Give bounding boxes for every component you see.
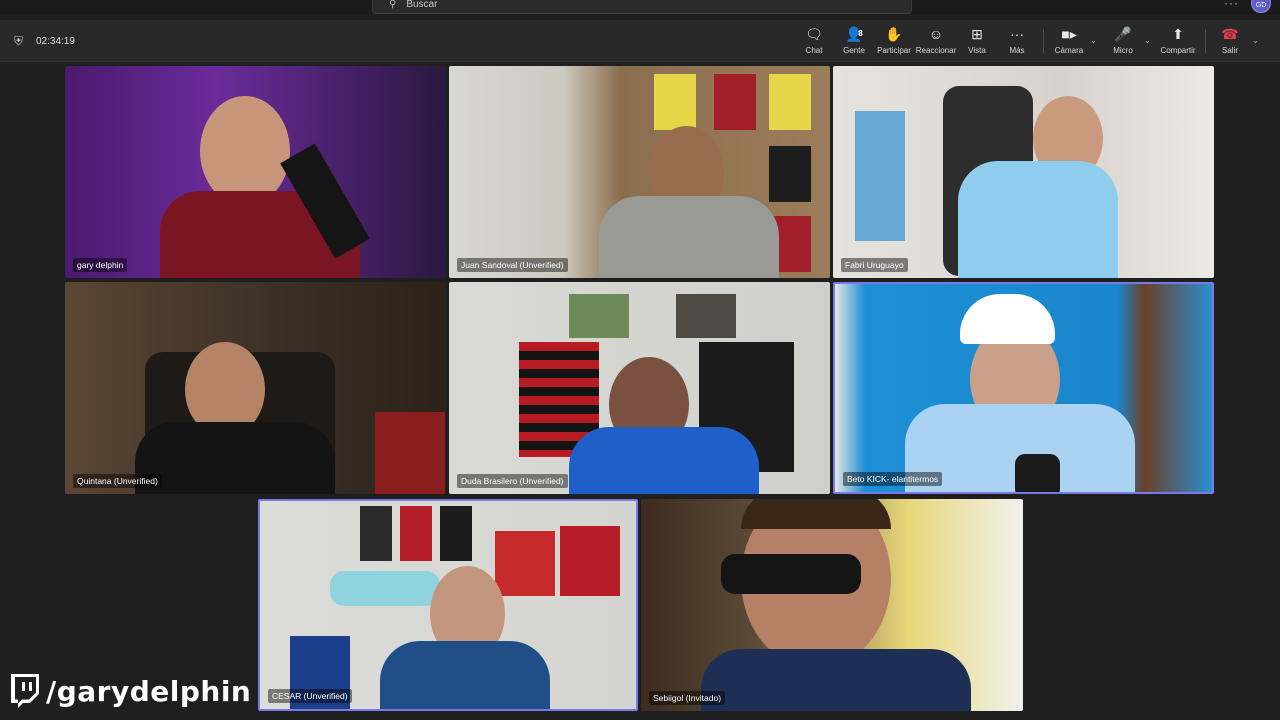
- search-icon: ⚲: [389, 0, 397, 10]
- camera-button[interactable]: ■▸ Cámara: [1047, 26, 1091, 55]
- wall-poster: [375, 412, 445, 494]
- share-label: Compartir: [1160, 46, 1196, 55]
- leave-button[interactable]: ☎ Salir: [1208, 26, 1252, 55]
- participant-name: Beto KICK- elantitermos: [843, 472, 943, 486]
- chat-label: Chat: [805, 46, 823, 55]
- microphone-label: Micro: [1113, 46, 1133, 55]
- wall-poster: [495, 531, 555, 596]
- smiley-icon: ☺: [928, 26, 944, 42]
- wall-poster: [560, 526, 620, 596]
- camera-label: Cámara: [1054, 46, 1084, 55]
- raise-hand-icon: ✋: [885, 26, 903, 42]
- participant-name: CESAR (Unverified): [268, 689, 352, 703]
- participant-hoodie: [135, 422, 335, 494]
- camera-options-chevron-icon[interactable]: ⌄: [1090, 36, 1097, 45]
- microphone-icon: 🎤: [1114, 26, 1132, 42]
- video-tile[interactable]: Fabri Uruguayo: [833, 66, 1214, 278]
- video-tile[interactable]: gary delphin: [65, 66, 446, 278]
- video-tile[interactable]: Quintana (Unverified): [65, 282, 446, 494]
- microphone: [1015, 454, 1060, 492]
- participant-shirt: [958, 161, 1118, 278]
- more-button[interactable]: ··· Más: [995, 26, 1039, 55]
- title-bar: ⚲ Buscar ··· GD: [0, 0, 1280, 14]
- share-icon: ⬆: [1172, 26, 1184, 42]
- participant-name: Juan Sandoval (Unverified): [457, 258, 568, 272]
- more-options-icon[interactable]: ···: [1224, 0, 1239, 10]
- search-placeholder: Buscar: [406, 0, 438, 10]
- more-icon: ···: [1010, 26, 1024, 42]
- framed-jersey: [654, 74, 696, 130]
- raise-hand-button[interactable]: ✋ Participar: [872, 26, 916, 55]
- sponsor-sign: [330, 571, 440, 606]
- video-tile[interactable]: Sebiigol (Invitado): [641, 499, 1023, 711]
- framed-jersey: [714, 74, 756, 130]
- hangup-icon: ☎: [1221, 26, 1239, 42]
- video-tile[interactable]: Beto KICK- elantitermos: [833, 282, 1214, 494]
- microphone-options-chevron-icon[interactable]: ⌄: [1144, 36, 1151, 45]
- leave-options-chevron-icon[interactable]: ⌄: [1252, 36, 1259, 45]
- microphone-button[interactable]: 🎤 Micro: [1101, 26, 1145, 55]
- more-label: Más: [1009, 46, 1025, 55]
- twitch-overlay: /garydelphin: [8, 674, 251, 708]
- people-count: 8: [858, 29, 863, 38]
- video-tile[interactable]: CESAR (Unverified): [258, 499, 638, 711]
- wall-poster: [855, 111, 905, 241]
- view-label: Vista: [968, 46, 986, 55]
- participant-shirt: [380, 641, 550, 709]
- people-button[interactable]: 👤 8 Gente: [832, 26, 876, 55]
- people-label: Gente: [843, 46, 865, 55]
- framed-jersey: [360, 506, 392, 561]
- framed-jersey: [769, 146, 811, 202]
- participant-shirt: [701, 649, 971, 711]
- meeting-toolbar: ⛨ 02:34:19 🗨 Chat 👤 8 Gente ✋ Participar …: [0, 20, 1280, 62]
- participant-face: [200, 96, 290, 206]
- participant-hair: [741, 499, 891, 529]
- participant-name: Quintana (Unverified): [73, 474, 162, 488]
- account-avatar[interactable]: GD: [1251, 0, 1271, 13]
- view-button[interactable]: ⊞ Vista: [955, 26, 999, 55]
- participant-name: Sebiigol (Invitado): [649, 691, 726, 705]
- framed-photo: [569, 294, 629, 338]
- twitch-handle: /garydelphin: [46, 674, 252, 708]
- meeting-timer: 02:34:19: [36, 36, 75, 47]
- framed-photo: [676, 294, 736, 338]
- sunglasses: [721, 554, 861, 594]
- camera-icon: ■▸: [1061, 26, 1077, 42]
- grid-icon: ⊞: [971, 26, 983, 42]
- shield-icon: ⛨: [14, 34, 24, 48]
- raise-hand-label: Participar: [877, 46, 911, 55]
- people-icon: 👤 8: [845, 26, 863, 42]
- participant-shirt: [599, 196, 779, 278]
- participant-shirt: [569, 427, 759, 494]
- video-tile[interactable]: Juan Sandoval (Unverified): [449, 66, 830, 278]
- participant-name: gary delphin: [73, 258, 128, 272]
- react-label: Reaccionar: [915, 46, 957, 55]
- participant-name: Fabri Uruguayo: [841, 258, 908, 272]
- framed-jersey: [400, 506, 432, 561]
- participant-cap: [960, 294, 1055, 344]
- twitch-icon: [8, 674, 40, 708]
- avatar-initials: GD: [1255, 2, 1267, 9]
- toolbar-divider: [1043, 29, 1044, 53]
- chat-button[interactable]: 🗨 Chat: [792, 26, 836, 55]
- participant-name: Duda Brasilero (Unverified): [457, 474, 568, 488]
- toolbar-divider: [1205, 29, 1206, 53]
- leave-label: Salir: [1221, 46, 1238, 55]
- share-button[interactable]: ⬆ Compartir: [1156, 26, 1200, 55]
- video-tile[interactable]: Duda Brasilero (Unverified): [449, 282, 830, 494]
- chat-icon: 🗨: [805, 26, 823, 42]
- framed-jersey: [440, 506, 472, 561]
- search-box[interactable]: ⚲ Buscar: [372, 0, 912, 14]
- framed-jersey: [769, 74, 811, 130]
- react-button[interactable]: ☺ Reaccionar: [914, 26, 958, 55]
